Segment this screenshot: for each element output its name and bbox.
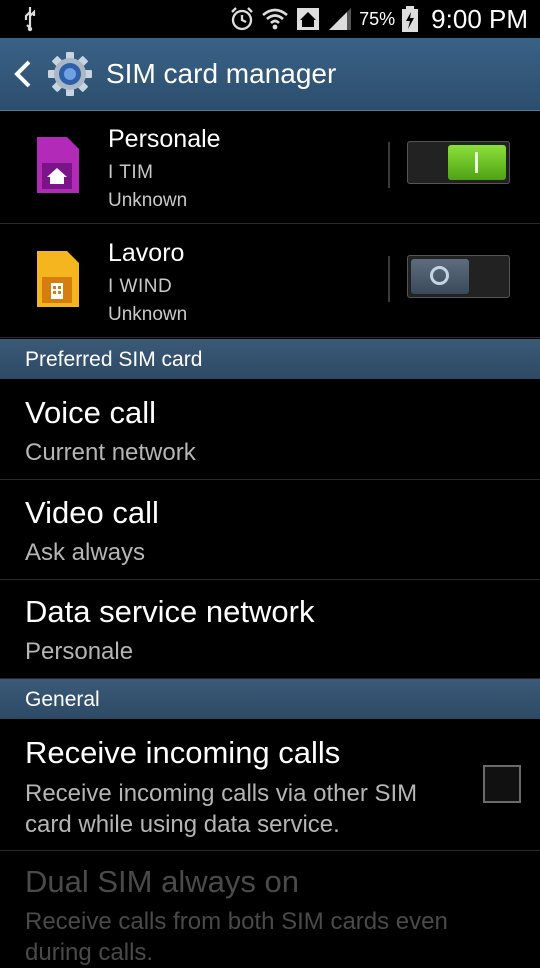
- sim-home-icon: [37, 137, 79, 193]
- sim-row-lavoro[interactable]: Lavoro I WIND Unknown: [0, 224, 540, 338]
- action-bar: SIM card manager: [0, 38, 540, 111]
- pref-title: Data service network: [25, 594, 315, 629]
- receive-incoming-calls-desc: Receive incoming calls via other SIM car…: [25, 778, 465, 840]
- pref-voice-call[interactable]: Voice call Current network: [0, 380, 540, 480]
- status-bar: 75% 9:00 PM: [0, 0, 540, 38]
- pref-value: Current network: [25, 439, 196, 466]
- section-header-general: General: [0, 679, 540, 719]
- pref-value: Ask always: [25, 539, 146, 566]
- receive-incoming-calls-checkbox[interactable]: [483, 765, 521, 803]
- sim-row-personale[interactable]: Personale I TIM Unknown: [0, 110, 540, 224]
- section-title: Preferred SIM card: [25, 348, 203, 371]
- sim-status: Unknown: [108, 304, 188, 325]
- page-title: SIM card manager: [106, 58, 337, 89]
- wifi-icon: [262, 8, 288, 30]
- section-header-preferred: Preferred SIM card: [0, 339, 540, 379]
- receive-incoming-calls-title[interactable]: Receive incoming calls: [25, 735, 340, 771]
- battery-percent: 75%: [359, 8, 396, 29]
- desc-line: Receive calls from both SIM cards even: [25, 908, 448, 935]
- sim-work-icon: [37, 251, 79, 307]
- pref-title: Video call: [25, 495, 159, 530]
- clock: 9:00 PM: [431, 3, 528, 34]
- pref-data-service-network[interactable]: Data service network Personale: [0, 579, 540, 679]
- usb-icon: [24, 7, 36, 32]
- pref-video-call[interactable]: Video call Ask always: [0, 480, 540, 580]
- divider: [388, 142, 390, 188]
- sim-toggle-personale[interactable]: [407, 141, 510, 184]
- toggle-thumb: [411, 259, 469, 294]
- desc-line: Receive incoming calls via other SIM: [25, 780, 418, 807]
- divider: [388, 256, 390, 302]
- sim-status: Unknown: [108, 190, 188, 211]
- pref-value: Personale: [25, 638, 134, 665]
- settings-gear-icon: [48, 52, 92, 96]
- toggle-thumb: [448, 145, 506, 180]
- back-icon[interactable]: [10, 58, 36, 90]
- desc-line: during calls.: [25, 939, 154, 966]
- pref-title: Voice call: [25, 395, 156, 430]
- battery-charging-icon: [402, 6, 419, 32]
- sim-operator: I TIM: [108, 162, 154, 183]
- desc-line: card while using data service.: [25, 811, 340, 838]
- sim-operator: I WIND: [108, 276, 173, 297]
- section-title: General: [25, 688, 100, 711]
- sim-name: Personale: [108, 125, 221, 153]
- dual-sim-always-on-title: Dual SIM always on: [25, 864, 299, 899]
- home-network-icon: [297, 8, 320, 30]
- alarm-icon: [231, 7, 253, 31]
- sim-toggle-lavoro[interactable]: [407, 255, 510, 298]
- signal-icon: [329, 8, 352, 30]
- sim-name: Lavoro: [108, 239, 185, 267]
- dual-sim-always-on-desc: Receive calls from both SIM cards even d…: [25, 906, 505, 968]
- divider: [0, 850, 540, 851]
